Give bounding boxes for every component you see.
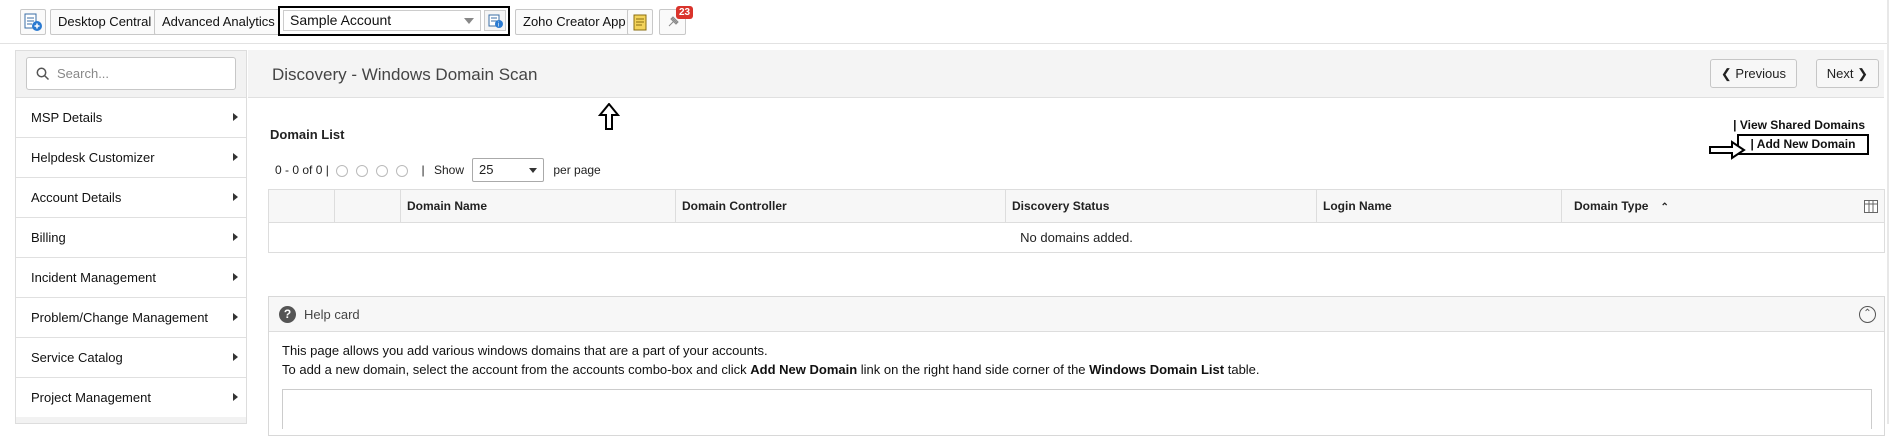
pager-separator: | <box>421 163 425 177</box>
collapse-icon[interactable]: ⌃ <box>1859 306 1876 323</box>
desktop-central-button[interactable]: Desktop Central <box>50 9 160 35</box>
notification-count-badge: 23 <box>676 6 694 19</box>
table-header: Domain Name Domain Controller Discovery … <box>269 190 1884 223</box>
next-page-icon[interactable] <box>376 164 389 177</box>
sidebar-item-label: Account Details <box>31 190 122 205</box>
sidebar-item-label: Project Management <box>31 390 151 405</box>
help-card: ? Help card ⌃ This page allows you add v… <box>268 296 1885 436</box>
sidebar-item-helpdesk-customizer[interactable]: Helpdesk Customizer <box>16 137 246 177</box>
chevron-right-icon <box>233 113 238 121</box>
pager: 0 - 0 of 0 | | Show per page <box>275 163 601 177</box>
sidebar-item-label: Helpdesk Customizer <box>31 150 155 165</box>
column-discovery-status[interactable]: Discovery Status <box>1005 190 1316 223</box>
first-page-icon[interactable] <box>336 164 349 177</box>
column-domain-name[interactable]: Domain Name <box>400 190 675 223</box>
domain-table: Domain Name Domain Controller Discovery … <box>268 189 1885 253</box>
column-login-name[interactable]: Login Name <box>1316 190 1561 223</box>
column-domain-type-label: Domain Type <box>1574 199 1649 213</box>
help-text-segment: To add a new domain, select the account … <box>282 362 751 377</box>
add-new-domain-link[interactable]: | Add New Domain <box>1737 134 1869 155</box>
sidebar-item-label: Service Catalog <box>31 350 123 365</box>
sidebar-item-account-details[interactable]: Account Details <box>16 177 246 217</box>
account-selected-value: Sample Account <box>290 12 392 28</box>
notes-icon[interactable] <box>627 9 653 35</box>
chevron-left-icon: ❮ <box>1720 66 1736 81</box>
chevron-right-icon <box>233 233 238 241</box>
sidebar-item-billing[interactable]: Billing <box>16 217 246 257</box>
column-domain-controller[interactable]: Domain Controller <box>675 190 1005 223</box>
last-page-icon[interactable] <box>396 164 409 177</box>
chevron-right-icon <box>233 393 238 401</box>
sidebar: Search... MSP Details Helpdesk Customize… <box>15 50 247 424</box>
help-text-line-2: To add a new domain, select the account … <box>282 362 1260 377</box>
sidebar-item-label: MSP Details <box>31 110 103 125</box>
next-button-label: Next <box>1826 66 1854 81</box>
sidebar-item-incident-management[interactable]: Incident Management <box>16 257 246 297</box>
account-info-icon[interactable]: i <box>484 10 506 31</box>
chevron-right-icon <box>233 193 238 201</box>
arrow-up-annotation-icon <box>598 103 620 130</box>
help-text-bold-add-new-domain: Add New Domain <box>750 362 858 377</box>
per-page-select[interactable]: 25 <box>472 158 544 182</box>
sidebar-item-label: Problem/Change Management <box>31 310 209 325</box>
help-text-line-1: This page allows you add various windows… <box>282 343 768 358</box>
advanced-analytics-button[interactable]: Advanced Analytics <box>154 9 283 35</box>
search-icon <box>36 67 50 81</box>
domain-list-title: Domain List <box>270 127 345 142</box>
previous-button[interactable]: ❮ Previous <box>1709 59 1797 88</box>
sidebar-item-label: Billing <box>31 230 66 245</box>
column-chooser-icon[interactable] <box>1864 200 1878 213</box>
zoho-creator-button[interactable]: Zoho Creator App <box>515 9 634 35</box>
next-button[interactable]: Next ❯ <box>1815 59 1879 88</box>
per-page-label: per page <box>553 163 601 177</box>
column-domain-type[interactable]: Domain Type ⌃ <box>1561 190 1886 223</box>
show-label: Show <box>433 163 464 177</box>
sidebar-item-label: Incident Management <box>31 270 157 285</box>
help-card-inner-panel <box>282 389 1872 429</box>
help-card-title: Help card <box>304 307 360 322</box>
chevron-right-icon <box>233 273 238 281</box>
help-question-icon: ? <box>279 306 296 323</box>
top-toolbar: Desktop Central Advanced Analytics Sampl… <box>0 0 1889 44</box>
sort-ascending-icon[interactable]: ⌃ <box>1660 202 1668 213</box>
previous-page-icon[interactable] <box>356 164 369 177</box>
sidebar-item-msp-details[interactable]: MSP Details <box>16 97 246 137</box>
help-text-bold-windows-domain-list: Windows Domain List <box>1089 362 1225 377</box>
add-request-icon[interactable] <box>20 9 46 35</box>
sidebar-item-project-management[interactable]: Project Management <box>16 377 246 417</box>
sidebar-item-problem-change-management[interactable]: Problem/Change Management <box>16 297 246 337</box>
arrow-right-annotation-icon <box>1709 140 1746 160</box>
help-card-header[interactable]: ? Help card ⌃ <box>269 297 1884 332</box>
action-column-header <box>334 190 400 223</box>
help-text-segment: link on the right hand side corner of th… <box>857 362 1090 377</box>
chevron-down-icon <box>464 18 474 24</box>
sidebar-item-service-catalog[interactable]: Service Catalog <box>16 337 246 377</box>
select-column-header[interactable] <box>269 190 334 223</box>
account-selector: Sample Account i <box>278 6 510 36</box>
page-header: Discovery - Windows Domain Scan ❮ Previo… <box>248 50 1884 98</box>
previous-button-label: Previous <box>1735 66 1786 81</box>
chevron-right-icon: ❯ <box>1853 66 1868 81</box>
chevron-right-icon <box>233 153 238 161</box>
sidebar-search-input[interactable]: Search... <box>26 57 236 90</box>
main-content: Discovery - Windows Domain Scan ❮ Previo… <box>248 50 1889 436</box>
account-combo-box[interactable]: Sample Account <box>283 10 481 31</box>
view-shared-domains-link[interactable]: | View Shared Domains <box>1733 118 1865 132</box>
page-title: Discovery - Windows Domain Scan <box>272 65 538 84</box>
search-placeholder: Search... <box>57 66 110 81</box>
help-text-segment: table. <box>1224 362 1260 377</box>
pager-range: 0 - 0 of 0 | <box>275 163 329 177</box>
chevron-right-icon <box>233 313 238 321</box>
empty-table-message: No domains added. <box>1020 230 1133 245</box>
chevron-right-icon <box>233 353 238 361</box>
